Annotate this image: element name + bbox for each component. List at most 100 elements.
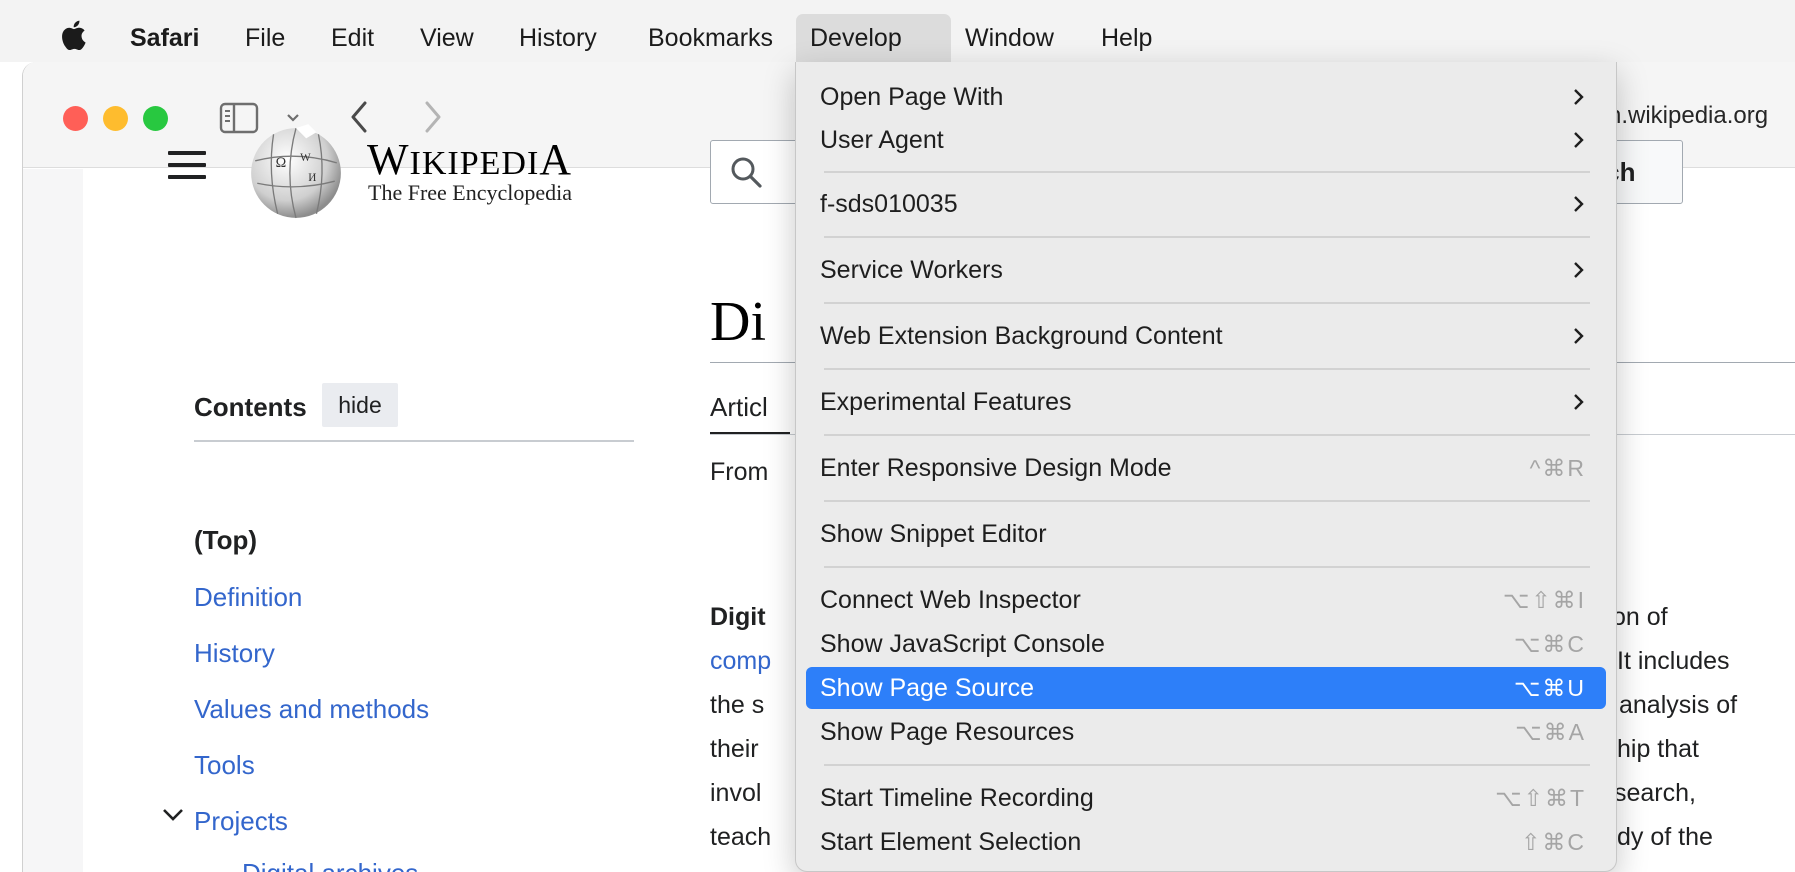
menu-history[interactable]: History [505,14,611,62]
menu-item-show-javascript-console[interactable]: Show JavaScript Console ⌥⌘C [806,623,1606,665]
menu-item-open-page-with[interactable]: Open Page With [806,76,1606,118]
menu-bookmarks[interactable]: Bookmarks [634,14,787,62]
menu-item-shortcut: ⇧⌘C [1521,829,1586,855]
page-left-margin [23,169,83,872]
menu-edit[interactable]: Edit [317,14,388,62]
menu-item-user-agent[interactable]: User Agent [806,119,1606,161]
body-text-fragment: their [710,735,759,763]
toc-item-projects[interactable]: Projects [194,806,288,837]
menu-item-enter-responsive-design-mode[interactable]: Enter Responsive Design Mode ^⌘R [806,447,1606,489]
submenu-arrow-icon [1574,89,1584,105]
menu-item-label: Enter Responsive Design Mode [820,454,1172,482]
menu-develop[interactable]: Develop [796,14,951,62]
macos-menu-bar: Safari File Edit View History Bookmarks … [0,0,1795,62]
menu-item-label: Show Page Resources [820,718,1075,746]
menu-item-service-workers[interactable]: Service Workers [806,249,1606,291]
menu-item-device[interactable]: f-sds010035 [806,183,1606,225]
menu-item-label: Experimental Features [820,388,1072,416]
close-window-button[interactable] [63,106,88,131]
menu-item-web-extension-background-content[interactable]: Web Extension Background Content [806,315,1606,357]
body-text-fragment: invol [710,779,762,807]
body-text-fragment: Digit [710,603,766,631]
article-title: Di [710,291,766,353]
menu-item-experimental-features[interactable]: Experimental Features [806,381,1606,423]
chevron-down-icon[interactable] [160,806,186,824]
menu-item-shortcut: ⌥⌘U [1513,675,1586,701]
wikipedia-globe-logo[interactable]: Ω W И [245,120,347,222]
menu-item-label: User Agent [820,126,944,154]
menu-item-shortcut: ^⌘R [1529,455,1586,481]
menu-item-shortcut: ⌥⌘A [1515,719,1586,745]
menu-separator [824,434,1590,436]
search-icon [731,157,762,188]
menu-item-start-timeline-recording[interactable]: Start Timeline Recording ⌥⇧⌘T [806,777,1606,819]
fullscreen-window-button[interactable] [143,106,168,131]
body-text-fragment: hip that [1617,735,1700,763]
body-text-fragment: on of [1612,603,1668,631]
body-text-fragment: dy of the [1617,823,1713,851]
menu-item-label: Connect Web Inspector [820,586,1081,614]
chevron-left-icon[interactable] [347,98,373,136]
apple-logo-icon[interactable] [60,20,86,50]
submenu-arrow-icon [1574,196,1584,212]
hamburger-menu-icon[interactable] [168,151,206,181]
menu-item-connect-web-inspector[interactable]: Connect Web Inspector ⌥⇧⌘I [806,579,1606,621]
menu-separator [824,236,1590,238]
address-bar[interactable]: n.wikipedia.org [1608,102,1768,130]
body-text-fragment: search, [1614,779,1696,807]
menu-item-show-snippet-editor[interactable]: Show Snippet Editor [806,513,1606,555]
menu-item-label: Show JavaScript Console [820,630,1105,658]
menu-window[interactable]: Window [951,14,1068,62]
submenu-arrow-icon [1574,132,1584,148]
menu-item-show-page-resources[interactable]: Show Page Resources ⌥⌘A [806,711,1606,753]
contents-hide-button[interactable]: hide [322,383,398,427]
minimize-window-button[interactable] [103,106,128,131]
submenu-arrow-icon [1574,394,1584,410]
body-text-fragment: It includes [1617,647,1730,675]
contents-title: Contents [194,392,307,422]
svg-text:И: И [308,172,316,184]
submenu-arrow-icon [1574,262,1584,278]
body-link-fragment[interactable]: comp [710,639,771,683]
menu-item-label: Web Extension Background Content [820,322,1223,350]
menu-file[interactable]: File [231,14,299,62]
menu-safari[interactable]: Safari [116,14,213,62]
menu-item-shortcut: ⌥⇧⌘T [1495,785,1586,811]
contents-divider [194,440,634,442]
wikipedia-wordmark[interactable]: WIKIPEDIA [367,134,572,185]
menu-help[interactable]: Help [1087,14,1166,62]
toc-item-history[interactable]: History [194,638,275,669]
menu-item-shortcut: ⌥⌘C [1513,631,1586,657]
menu-item-label: Open Page With [820,83,1004,111]
from-wikipedia-text: From [710,458,769,486]
svg-text:W: W [300,152,311,164]
body-text-fragment: teach [710,823,772,851]
menu-view[interactable]: View [406,14,488,62]
toc-item-definition[interactable]: Definition [194,582,302,613]
chevron-right-icon[interactable] [419,98,445,136]
menu-item-label: Start Element Selection [820,828,1082,856]
menu-separator [824,171,1590,173]
menu-item-label: Show Page Source [820,674,1035,702]
svg-text:Ω: Ω [276,155,287,171]
menu-item-label: Service Workers [820,256,1003,284]
menu-item-shortcut: ⌥⇧⌘I [1502,587,1586,613]
toc-item-values-and-methods[interactable]: Values and methods [194,694,429,725]
menu-separator [824,500,1590,502]
menu-separator [824,764,1590,766]
toc-item-digital-archives[interactable]: Digital archives [242,858,418,872]
menu-separator [824,566,1590,568]
menu-separator [824,368,1590,370]
menu-item-label: Show Snippet Editor [820,520,1047,548]
toc-item-tools[interactable]: Tools [194,750,255,781]
menu-item-label: f-sds010035 [820,190,958,218]
menu-item-start-element-selection[interactable]: Start Element Selection ⇧⌘C [806,821,1606,863]
submenu-arrow-icon [1574,328,1584,344]
toc-item-top[interactable]: (Top) [194,525,257,556]
menu-item-label: Start Timeline Recording [820,784,1094,812]
develop-menu-dropdown: Open Page With User Agent f-sds010035 Se… [795,62,1617,872]
menu-item-show-page-source[interactable]: Show Page Source ⌥⌘U [806,667,1606,709]
wikipedia-tagline: The Free Encyclopedia [368,180,573,205]
tab-article[interactable]: Articl [710,392,768,423]
menu-separator [824,302,1590,304]
